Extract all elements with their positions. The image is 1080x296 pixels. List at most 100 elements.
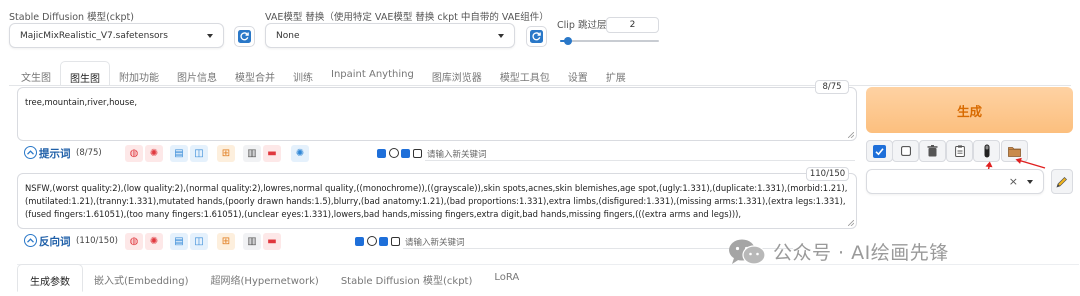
clipboard-prompt-button[interactable]: ▥ (243, 145, 261, 162)
prompt-settings-button[interactable]: ✺ (145, 145, 163, 162)
prompt-text: tree,mountain,river,house, (25, 97, 138, 107)
negative-prompt-textarea[interactable]: NSFW,(worst quality:2),(low quality:2),(… (17, 173, 857, 229)
copy-icon: ▤ (174, 147, 184, 159)
clipboard-button[interactable] (946, 140, 973, 162)
toggle-square-button[interactable] (892, 140, 919, 162)
negative-toolbar-label: 反向词 (39, 236, 71, 248)
tab-extras[interactable]: 附加功能 (110, 61, 168, 86)
keyword-checkbox-3[interactable] (391, 237, 400, 246)
grid-icon: ⊞ (221, 147, 231, 159)
trash-icon: ▬ (267, 235, 277, 247)
toggle-checkbox-button[interactable] (866, 140, 893, 162)
negative-keyword-input[interactable]: 请输入新关键词 (405, 236, 465, 248)
vae-value: None (276, 30, 300, 41)
vae-select[interactable]: None (265, 23, 515, 48)
clip-skip-slider[interactable] (560, 37, 659, 45)
wechat-logo-icon (729, 239, 766, 265)
tab-embedding[interactable]: 嵌入式(Embedding) (83, 264, 200, 292)
negative-token-counter: 110/150 (806, 167, 849, 181)
bookmark-negative-button[interactable]: ◫ (190, 233, 208, 250)
tab-png-info[interactable]: 图片信息 (168, 61, 226, 86)
refresh-sd-model-button[interactable] (234, 26, 255, 47)
grid-negative-button[interactable]: ⊞ (217, 233, 235, 250)
checkbox-checked-icon (873, 144, 886, 158)
slider-thumb[interactable] (564, 37, 572, 45)
clipboard-icon: ▥ (247, 147, 257, 159)
globe-icon: ◍ (129, 147, 139, 159)
tab-lora[interactable]: LoRA (483, 264, 530, 292)
copy-negative-button[interactable]: ▤ (170, 233, 188, 250)
prompt-extra-settings-button[interactable]: ✺ (291, 145, 309, 162)
refresh-icon (530, 30, 543, 43)
sd-model-value: MajicMixRealistic_V7.safetensors (20, 30, 168, 41)
collapse-prompt-icon[interactable] (24, 146, 37, 159)
clipboard-icon (954, 145, 965, 157)
keyword-checkbox-3[interactable] (413, 149, 422, 158)
prompt-toolbar-count: (8/75) (76, 148, 102, 158)
gear-icon: ✺ (149, 235, 159, 247)
trash-icon: ▬ (267, 147, 277, 159)
clear-styles-icon[interactable]: × (1009, 175, 1018, 188)
refresh-icon (238, 30, 251, 43)
translate-globe-button[interactable]: ◍ (125, 145, 143, 162)
resize-handle-icon[interactable] (848, 220, 854, 226)
edit-styles-button[interactable] (1051, 169, 1073, 194)
tab-generation-params[interactable]: 生成参数 (17, 264, 83, 292)
generate-button[interactable]: 生成 (866, 87, 1073, 133)
prompt-keyword-input[interactable]: 请输入新关键词 (427, 148, 487, 160)
chevron-down-icon (207, 33, 213, 38)
tab-hypernetwork[interactable]: 超网络(Hypernetwork) (200, 264, 330, 292)
tab-extensions[interactable]: 扩展 (597, 61, 635, 86)
tab-train[interactable]: 训练 (284, 61, 322, 86)
negative-settings-button[interactable]: ✺ (145, 233, 163, 250)
keyword-input-underline (425, 160, 855, 161)
keyword-checkbox-1[interactable] (355, 237, 364, 246)
sd-model-select[interactable]: MajicMixRealistic_V7.safetensors (9, 23, 224, 48)
copy-prompt-button[interactable]: ▤ (170, 145, 188, 162)
tab-inpaint-anything[interactable]: Inpaint Anything (322, 61, 423, 86)
styles-select[interactable]: × (866, 169, 1044, 194)
sd-model-label: Stable Diffusion 模型(ckpt) (9, 12, 134, 23)
tab-model-toolkit[interactable]: 模型工具包 (491, 61, 559, 86)
bookmark-icon: ◫ (194, 147, 204, 159)
clock-icon (367, 236, 377, 246)
chevron-down-icon (498, 33, 504, 38)
grid-prompt-button[interactable]: ⊞ (217, 145, 235, 162)
folder-icon (1008, 147, 1021, 157)
watermark-text: 公众号 · AI绘画先锋 (773, 242, 949, 264)
tab-checkpoint-merger[interactable]: 模型合并 (226, 61, 284, 86)
translate-globe-button[interactable]: ◍ (125, 233, 143, 250)
clock-icon (389, 148, 399, 158)
tab-img2img[interactable]: 图生图 (60, 61, 110, 86)
resize-handle-icon[interactable] (848, 132, 854, 138)
delete-prompt-button[interactable]: ▬ (263, 145, 281, 162)
bookmark-prompt-button[interactable]: ◫ (190, 145, 208, 162)
keyword-checkbox-1[interactable] (377, 149, 386, 158)
tabs-divider (9, 85, 1071, 86)
clipboard-icon: ▥ (247, 235, 257, 247)
tab-image-browser[interactable]: 图库浏览器 (423, 61, 491, 86)
pill-icon (984, 144, 989, 158)
trash-icon (927, 145, 938, 157)
copy-icon: ▤ (174, 235, 184, 247)
delete-negative-button[interactable]: ▬ (263, 233, 281, 250)
negative-toolbar-count: (110/150) (76, 236, 118, 246)
collapse-negative-icon[interactable] (24, 234, 37, 247)
tab-sd-checkpoint[interactable]: Stable Diffusion 模型(ckpt) (330, 264, 484, 292)
clipboard-negative-button[interactable]: ▥ (243, 233, 261, 250)
clip-skip-input[interactable]: 2 (606, 17, 659, 33)
prompt-textarea[interactable]: tree,mountain,river,house, (17, 87, 857, 141)
gear-icon: ✺ (295, 147, 305, 159)
globe-icon: ◍ (129, 235, 139, 247)
tab-settings[interactable]: 设置 (559, 61, 597, 86)
keyword-checkbox-2[interactable] (379, 237, 388, 246)
refresh-vae-button[interactable] (526, 26, 547, 47)
trash-button[interactable] (919, 140, 946, 162)
keyword-checkbox-2[interactable] (401, 149, 410, 158)
prompt-token-counter: 8/75 (815, 80, 849, 94)
vae-label: VAE模型 替换（使用特定 VAE模型 替换 ckpt 中自带的 VAE组件） (265, 12, 549, 23)
prompt-toolbar-label: 提示词 (39, 148, 71, 160)
negative-prompt-text: NSFW,(worst quality:2),(low quality:2),(… (25, 183, 848, 219)
clip-skip-label: Clip 跳过层 (557, 20, 607, 31)
tab-txt2img[interactable]: 文生图 (12, 61, 60, 86)
